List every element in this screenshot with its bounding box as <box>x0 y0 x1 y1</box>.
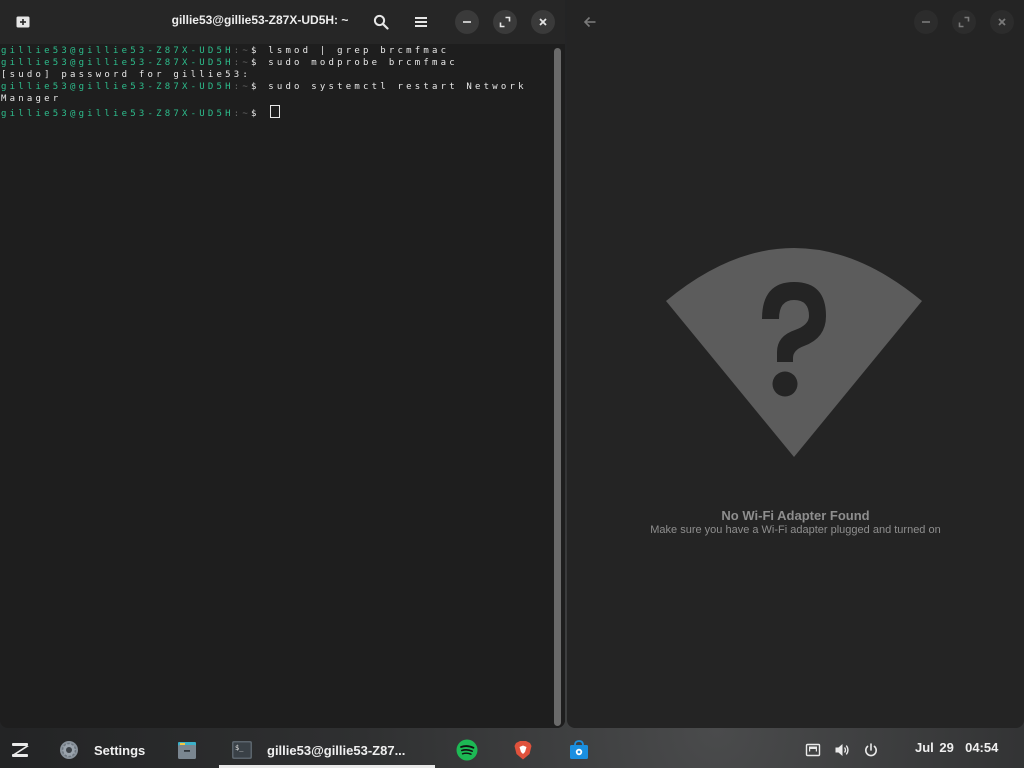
prompt-dollar: $ <box>250 82 269 92</box>
terminal-line: gillie53@gillie53-Z87X-UD5H:~$ sudo modp… <box>0 57 552 69</box>
back-icon[interactable] <box>580 12 600 32</box>
terminal-line: gillie53@gillie53-Z87X-UD5H:~$ <box>0 105 552 119</box>
empty-state-subtitle: Make sure you have a Wi-Fi adapter plugg… <box>650 524 941 536</box>
prompt-user: gillie53@gillie53-Z87X-UD5H <box>1 82 234 92</box>
clock-date: Jul 29 <box>915 740 954 755</box>
zorin-menu-icon[interactable] <box>9 732 33 768</box>
clock-time: 04:54 <box>965 740 999 755</box>
volume-icon[interactable] <box>834 732 852 768</box>
output-text: [sudo] password for gillie53: <box>1 70 251 80</box>
prompt-path: :~ <box>233 109 251 119</box>
command-text: lsmod | grep brcmfmac <box>268 46 450 56</box>
settings-gear-icon <box>58 739 80 761</box>
terminal-line: gillie53@gillie53-Z87X-UD5H:~$ lsmod | g… <box>0 45 552 57</box>
new-tab-icon[interactable] <box>14 13 32 31</box>
command-text: sudo modprobe brcmfmac <box>268 58 458 68</box>
maximize-icon[interactable] <box>952 10 976 34</box>
close-icon[interactable] <box>990 10 1014 34</box>
scrollbar-thumb[interactable] <box>554 48 561 726</box>
output-text: Manager <box>1 94 62 104</box>
minimize-icon[interactable] <box>914 10 938 34</box>
minimize-icon[interactable] <box>455 10 479 34</box>
command-text: sudo systemctl restart Network <box>268 82 527 92</box>
prompt-dollar: $ <box>250 46 269 56</box>
prompt-user: gillie53@gillie53-Z87X-UD5H <box>1 46 234 56</box>
prompt-dollar: $ <box>250 58 269 68</box>
power-icon[interactable] <box>863 732 881 768</box>
maximize-icon[interactable] <box>493 10 517 34</box>
terminal-headerbar: gillie53@gillie53-Z87X-UD5H: ~ <box>0 0 565 44</box>
software-store-icon[interactable] <box>568 732 590 768</box>
terminal-line: gillie53@gillie53-Z87X-UD5H:~$ sudo syst… <box>0 81 552 93</box>
terminal-icon: $_ <box>231 739 253 761</box>
clock[interactable]: Jul 29 04:54 <box>915 740 998 755</box>
spotify-icon[interactable] <box>456 732 478 768</box>
taskbar-terminal-label: gillie53@gillie53-Z87... <box>267 742 406 758</box>
taskbar-settings-label: Settings <box>94 742 146 758</box>
prompt-dollar: $ <box>250 109 269 119</box>
prompt-user: gillie53@gillie53-Z87X-UD5H <box>1 58 234 68</box>
search-icon[interactable] <box>371 12 391 32</box>
terminal-title: gillie53@gillie53-Z87X-UD5H: ~ <box>171 13 349 27</box>
empty-state-title: No Wi-Fi Adapter Found <box>721 508 870 523</box>
taskbar-terminal-app[interactable]: $_ gillie53@gillie53-Z87... <box>231 732 441 768</box>
terminal-line: [sudo] password for gillie53: <box>0 69 552 81</box>
wifi-question-icon <box>665 248 923 460</box>
settings-window: No Wi-Fi Adapter Found Make sure you hav… <box>567 0 1024 728</box>
terminal-window: gillie53@gillie53-Z87X-UD5H: ~ gillie53@… <box>0 0 565 728</box>
terminal-line: Manager <box>0 93 552 105</box>
terminal-cursor <box>270 105 281 118</box>
svg-text:$_: $_ <box>235 744 244 752</box>
prompt-path: :~ <box>233 58 251 68</box>
files-icon[interactable] <box>176 732 198 768</box>
prompt-path: :~ <box>233 46 251 56</box>
taskbar-settings-app[interactable]: Settings <box>58 732 158 768</box>
menu-icon[interactable] <box>411 12 431 32</box>
prompt-path: :~ <box>233 82 251 92</box>
close-icon[interactable] <box>531 10 555 34</box>
taskbar: Settings $_ gillie53@gillie53-Z87... <box>0 732 1024 768</box>
brave-icon[interactable] <box>512 732 534 768</box>
prompt-user: gillie53@gillie53-Z87X-UD5H <box>1 109 234 119</box>
terminal-output[interactable]: gillie53@gillie53-Z87X-UD5H:~$ lsmod | g… <box>0 44 552 728</box>
network-wired-icon[interactable] <box>805 732 823 768</box>
